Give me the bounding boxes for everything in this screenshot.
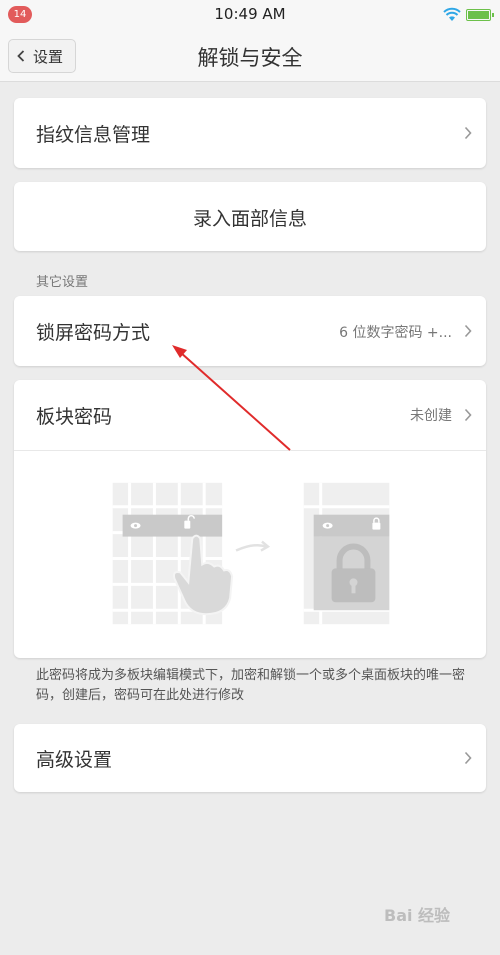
block-password-description: 此密码将成为多板块编辑模式下，加密和解锁一个或多个桌面板块的唯一密码，创建后，密… bbox=[36, 668, 466, 703]
block-password-value: 未创建 bbox=[410, 408, 452, 424]
back-button[interactable]: 设置 bbox=[8, 39, 76, 73]
chevron-right-icon bbox=[464, 408, 472, 422]
section-header-other-settings: 其它设置 bbox=[36, 275, 89, 290]
status-time: 10:49 AM bbox=[214, 5, 286, 23]
fingerprint-row[interactable]: 指纹信息管理 bbox=[14, 98, 486, 168]
face-enroll-label: 录入面部信息 bbox=[192, 208, 307, 230]
back-label: 设置 bbox=[33, 47, 64, 66]
fingerprint-label: 指纹信息管理 bbox=[36, 124, 151, 146]
lock-screen-password-row[interactable]: 锁屏密码方式 6 位数字密码 +... bbox=[14, 296, 486, 366]
face-enroll-row[interactable]: 录入面部信息 bbox=[14, 182, 486, 251]
lock-screen-password-label: 锁屏密码方式 bbox=[36, 322, 151, 344]
chevron-right-icon bbox=[464, 324, 472, 338]
block-password-row[interactable]: 板块密码 未创建 bbox=[14, 380, 486, 450]
nav-bar: 设置 解锁与安全 bbox=[0, 30, 500, 82]
arrow-right-icon bbox=[235, 540, 271, 552]
block-password-illustration bbox=[14, 450, 486, 625]
advanced-settings-label: 高级设置 bbox=[36, 749, 113, 771]
watermark: Bai 经验 bbox=[384, 906, 451, 925]
lock-screen-password-value: 6 位数字密码 +... bbox=[339, 325, 452, 341]
block-password-label: 板块密码 bbox=[36, 406, 113, 428]
status-bar: 14 10:49 AM bbox=[0, 0, 500, 30]
chevron-left-icon bbox=[17, 50, 25, 62]
block-password-card: 板块密码 未创建 bbox=[14, 380, 486, 658]
phone-locked-image bbox=[303, 482, 390, 625]
chevron-right-icon bbox=[464, 751, 472, 765]
advanced-settings-row[interactable]: 高级设置 bbox=[14, 724, 486, 792]
chevron-right-icon bbox=[464, 126, 472, 140]
wifi-icon bbox=[443, 7, 461, 21]
battery-icon bbox=[466, 9, 494, 21]
